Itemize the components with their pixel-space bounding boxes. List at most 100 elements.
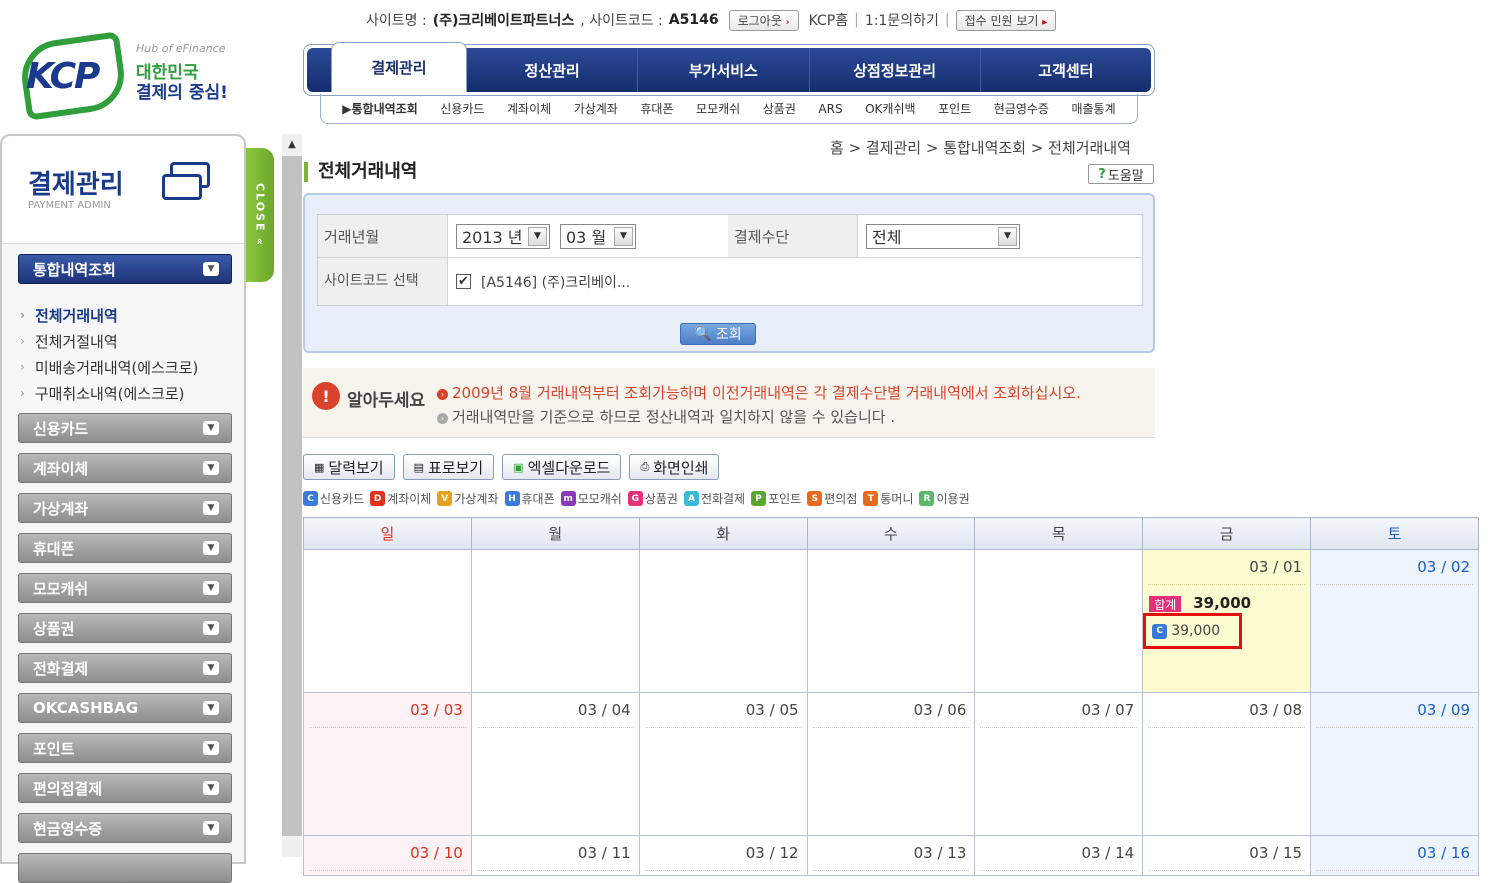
payment-type-icon: P <box>751 491 767 506</box>
weekday-header: 월 <box>470 517 640 550</box>
calendar-week: 03 / 01 합계 39,000 C 39,000 03 / 02 <box>303 549 1479 693</box>
calendar-day[interactable]: 03 / 06 <box>806 692 976 836</box>
calendar-day[interactable]: 03 / 09 <box>1310 692 1479 836</box>
logo-hub-text: Hub of eFinance <box>136 42 226 55</box>
chevron-down-icon: ▼ <box>614 226 633 246</box>
main-nav-tab-settlement[interactable]: 정산관리 <box>467 48 639 92</box>
inquiry-link[interactable]: 1:1문의하기 <box>865 10 939 30</box>
site-code-checkbox[interactable]: ✔ <box>456 274 471 289</box>
payment-type-icon: T <box>863 491 879 506</box>
divider <box>1148 870 1306 871</box>
sidebar-menu-virtual-account[interactable]: 가상계좌 ▼ <box>18 493 232 523</box>
transaction-entry[interactable]: C 39,000 <box>1143 613 1243 649</box>
payment-type-icon: D <box>370 491 386 506</box>
calendar-day[interactable]: 03 / 08 <box>1142 692 1312 836</box>
sidebar-subitem-undelivered[interactable]: 미배송거래내역(에스크로) <box>20 354 199 380</box>
sub-nav-item[interactable]: 가상계좌 <box>574 100 618 117</box>
sidebar-menu-phone-payment[interactable]: 전화결제 ▼ <box>18 653 232 683</box>
sidebar-menu-gift-card[interactable]: 상품권 ▼ <box>18 613 232 643</box>
sidebar-menu-mobile[interactable]: 휴대폰 ▼ <box>18 533 232 563</box>
chevron-down-icon: ▼ <box>203 701 219 715</box>
payment-type-icon: G <box>627 491 643 506</box>
calendar-day[interactable]: 03 / 15 <box>1142 835 1312 876</box>
sidebar-menu-okcashbag[interactable]: OKCASHBAG ▼ <box>18 693 232 723</box>
main-nav-tab-addon[interactable]: 부가서비스 <box>638 48 810 92</box>
calendar-day[interactable]: 03 / 03 <box>303 692 472 836</box>
sidebar-menu-point[interactable]: 포인트 ▼ <box>18 733 232 763</box>
sidebar-menu-convenience-store[interactable]: 편의점결제 ▼ <box>18 773 232 803</box>
help-button[interactable]: ? 도움말 <box>1088 164 1154 184</box>
chevron-down-icon: ▼ <box>203 621 219 635</box>
month-select[interactable]: 03 월 ▼ <box>560 223 636 249</box>
sub-nav-item[interactable]: 모모캐쉬 <box>696 100 740 117</box>
logout-button[interactable]: 로그아웃 › <box>728 9 799 31</box>
sub-nav-item[interactable]: 포인트 <box>938 100 971 117</box>
sidebar-menu-momo-cash[interactable]: 모모캐쉬 ▼ <box>18 573 232 603</box>
excel-download-button[interactable]: ▣ 엑셀다운로드 <box>502 454 622 480</box>
day-date: 03 / 04 <box>577 701 631 719</box>
legend-label: 휴대폰 <box>521 492 555 506</box>
sub-nav-item[interactable]: 신용카드 <box>440 100 484 117</box>
calendar-day[interactable]: 03 / 02 <box>1310 549 1479 693</box>
kcp-home-link[interactable]: KCP홈 <box>809 10 849 30</box>
payment-type-icon: V <box>437 491 453 506</box>
legend-label: 신용카드 <box>320 492 365 506</box>
calendar-day[interactable]: 03 / 04 <box>470 692 640 836</box>
calendar-day[interactable]: 03 / 12 <box>638 835 808 876</box>
legend-item: P 포인트 <box>751 490 801 507</box>
sidebar-menu-credit-card[interactable]: 신용카드 ▼ <box>18 413 232 443</box>
search-button[interactable]: 🔍 조회 <box>680 323 756 345</box>
chevron-down-icon: ▼ <box>203 741 219 755</box>
calendar-day[interactable]: 03 / 14 <box>974 835 1144 876</box>
sub-nav-item[interactable]: OK캐쉬백 <box>865 100 915 117</box>
legend-label: 계좌이체 <box>387 492 432 506</box>
day-date: 03 / 11 <box>577 844 631 862</box>
calendar-day[interactable]: 03 / 16 <box>1310 835 1479 876</box>
sub-nav-item[interactable]: 매출통계 <box>1071 100 1115 117</box>
sub-nav-item[interactable]: 휴대폰 <box>640 100 673 117</box>
calendar-view-button[interactable]: ▦ 달력보기 <box>303 454 395 480</box>
sub-nav-item[interactable]: 상품권 <box>763 100 796 117</box>
weekday-header: 토 <box>1310 517 1479 550</box>
sub-nav-item[interactable]: ARS <box>818 102 842 116</box>
sidebar-subitem-all-transactions[interactable]: 전체거래내역 <box>20 302 198 328</box>
sidebar-subitem-cancellations[interactable]: 구매취소내역(에스크로) <box>20 380 198 406</box>
calendar-day[interactable]: 03 / 01 합계 39,000 C 39,000 <box>1142 549 1312 693</box>
day-date: 03 / 16 <box>1417 844 1470 862</box>
calendar-week: 03 / 03 03 / 04 03 / 05 03 / 06 03 / 07 03 / … <box>303 692 1479 836</box>
sidebar-menu-cash-receipt[interactable]: 현금영수증 ▼ <box>18 813 232 843</box>
sidebar-menu-more[interactable] <box>18 853 232 883</box>
site-code-label: , 사이트코드 : <box>580 13 663 29</box>
sidebar-menu-bank-transfer[interactable]: 계좌이체 ▼ <box>18 453 232 483</box>
main-nav-tab-store-info[interactable]: 상점정보관리 <box>810 48 981 92</box>
sub-nav-item[interactable]: ▶통합내역조회 <box>342 100 417 117</box>
calendar-day[interactable]: 03 / 10 <box>303 835 472 876</box>
chevron-down-icon: ▼ <box>203 541 219 555</box>
main-nav-tab-customer-center[interactable]: 고객센터 <box>981 48 1151 92</box>
year-select[interactable]: 2013 년 ▼ <box>456 223 550 249</box>
scroll-up-icon[interactable]: ▲ <box>282 134 302 154</box>
payment-legend: C 신용카드 D 계좌이체 V 가상계좌 H 휴대폰 m 모모캐쉬 G 상품권 A 전화결제 P 포인트 S 편의… <box>303 490 970 507</box>
legend-item: G 상품권 <box>627 490 678 507</box>
divider <box>1316 584 1473 585</box>
sidebar-menu-integrated[interactable]: 통합내역조회 ▼ <box>18 254 232 284</box>
legend-item: R 이용권 <box>919 490 970 507</box>
kcp-logo[interactable]: KCP Hub of eFinance 대한민국 결제의 중심! <box>17 31 232 121</box>
scrollbar-thumb[interactable] <box>282 156 302 836</box>
table-view-button[interactable]: ▤ 표로보기 <box>402 454 495 480</box>
sub-nav-item[interactable]: 현금영수증 <box>994 100 1049 117</box>
sub-nav-item[interactable]: 계좌이체 <box>507 100 551 117</box>
calendar-day[interactable]: 03 / 05 <box>638 692 808 836</box>
print-button[interactable]: ⎙ 화면인쇄 <box>629 454 720 480</box>
vertical-scrollbar[interactable]: ▲ <box>282 134 302 857</box>
sidebar-close-toggle[interactable]: CLOSE « <box>246 148 274 282</box>
main-nav-tab-payment[interactable]: 결제관리 <box>331 42 467 92</box>
payment-method-select[interactable]: 전체 ▼ <box>866 223 1020 249</box>
bullet-icon: › <box>437 413 448 424</box>
calendar-day[interactable]: 03 / 07 <box>974 692 1144 836</box>
sidebar-subitem-all-rejections[interactable]: 전체거절내역 <box>20 328 198 354</box>
calendar-day[interactable]: 03 / 11 <box>470 835 640 876</box>
total-badge: 합계 <box>1149 596 1182 612</box>
calendar-day[interactable]: 03 / 13 <box>806 835 976 876</box>
complaint-button[interactable]: 접수 민원 보기 ▸ <box>955 9 1057 31</box>
